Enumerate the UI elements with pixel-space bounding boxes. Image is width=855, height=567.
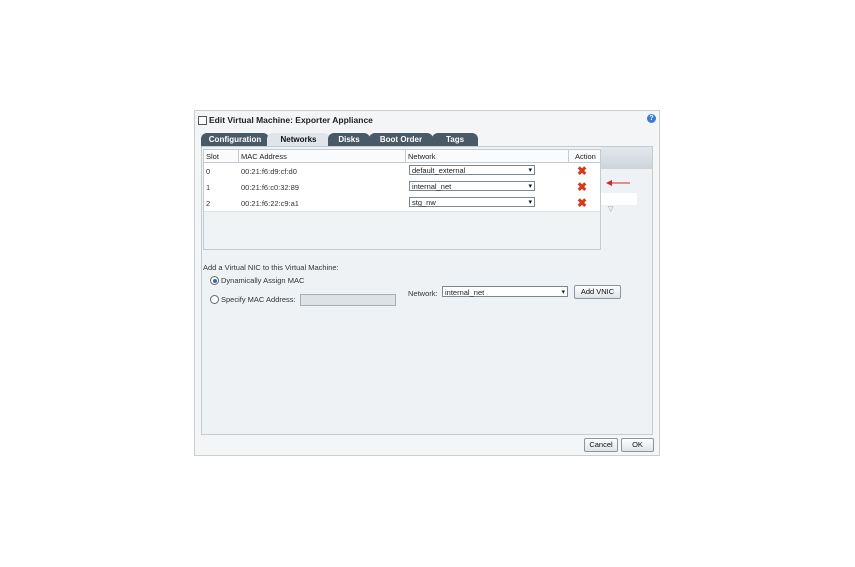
column-separator — [238, 150, 239, 162]
tab-tags[interactable]: Tags — [432, 133, 478, 146]
header-slot[interactable]: Slot — [206, 152, 219, 161]
dialog-titlebar: Edit Virtual Machine: Exporter Appliance… — [195, 111, 659, 129]
table-row[interactable]: 2 00:21:f6:22:c9:a1 stg_nw ▾ ✖ — [204, 195, 600, 212]
collapse-triangle-icon[interactable]: ▽ — [608, 205, 613, 213]
help-icon[interactable]: ? — [647, 114, 656, 123]
specify-mac-label: Specify MAC Address: — [221, 295, 296, 304]
mac-cell: 00:21:f6:c0:32:89 — [241, 183, 299, 192]
table-header: Slot MAC Address Network Action — [204, 150, 600, 163]
column-separator — [568, 150, 569, 162]
header-network[interactable]: Network — [408, 152, 436, 161]
tab-disks[interactable]: Disks — [328, 133, 370, 146]
new-vnic-network-select[interactable]: internal_net ▾ — [442, 286, 568, 297]
slot-cell: 1 — [206, 183, 211, 192]
vnic-table: Slot MAC Address Network Action 0 00:21:… — [203, 149, 601, 250]
edit-vm-dialog: Edit Virtual Machine: Exporter Appliance… — [194, 110, 660, 456]
cancel-button[interactable]: Cancel — [584, 438, 618, 452]
chevron-down-icon: ▾ — [528, 199, 532, 206]
add-vnic-heading: Add a Virtual NIC to this Virtual Machin… — [203, 263, 339, 272]
network-select-value: internal_net — [412, 182, 452, 191]
tab-networks[interactable]: Networks — [267, 133, 330, 146]
network-select[interactable]: default_external ▾ — [409, 165, 535, 175]
edit-icon — [198, 116, 207, 125]
network-select[interactable]: stg_nw ▾ — [409, 197, 535, 207]
red-arrow-annotation-icon — [606, 180, 630, 186]
dialog-title: Edit Virtual Machine: Exporter Appliance — [209, 115, 373, 125]
slot-cell: 0 — [206, 167, 211, 176]
mac-address-input[interactable] — [300, 294, 396, 306]
network-select[interactable]: internal_net ▾ — [409, 181, 535, 191]
column-separator — [405, 150, 406, 162]
delete-icon[interactable]: ✖ — [576, 165, 588, 177]
ok-button[interactable]: OK — [621, 438, 654, 452]
new-vnic-network-value: internal_net — [445, 288, 485, 297]
table-row[interactable]: 1 00:21:f6:c0:32:89 internal_net ▾ ✖ — [204, 179, 600, 196]
chevron-down-icon: ▾ — [528, 183, 532, 190]
mac-cell: 00:21:f6:d9:cf:d0 — [241, 167, 297, 176]
header-mac[interactable]: MAC Address — [241, 152, 287, 161]
mac-cell: 00:21:f6:22:c9:a1 — [241, 199, 299, 208]
slot-cell: 2 — [206, 199, 211, 208]
chevron-down-icon: ▾ — [561, 289, 565, 296]
dynamic-mac-radio[interactable] — [210, 276, 219, 285]
network-label: Network: — [408, 289, 438, 298]
dynamic-mac-label: Dynamically Assign MAC — [221, 276, 305, 285]
network-select-value: default_external — [412, 166, 466, 175]
side-panel-strip — [601, 193, 637, 205]
add-vnic-button[interactable]: Add VNIC — [574, 285, 621, 299]
network-select-value: stg_nw — [412, 198, 436, 207]
delete-icon[interactable]: ✖ — [576, 197, 588, 209]
tab-configuration[interactable]: Configuration — [201, 133, 269, 146]
specify-mac-radio[interactable] — [210, 295, 219, 304]
delete-icon[interactable]: ✖ — [576, 181, 588, 193]
networks-panel: Slot MAC Address Network Action 0 00:21:… — [201, 146, 653, 435]
tab-boot-order[interactable]: Boot Order — [369, 133, 433, 146]
chevron-down-icon: ▾ — [528, 167, 532, 174]
header-action[interactable]: Action — [575, 152, 596, 161]
panel-header-bar — [601, 147, 652, 169]
table-row[interactable]: 0 00:21:f6:d9:cf:d0 default_external ▾ ✖ — [204, 163, 600, 180]
